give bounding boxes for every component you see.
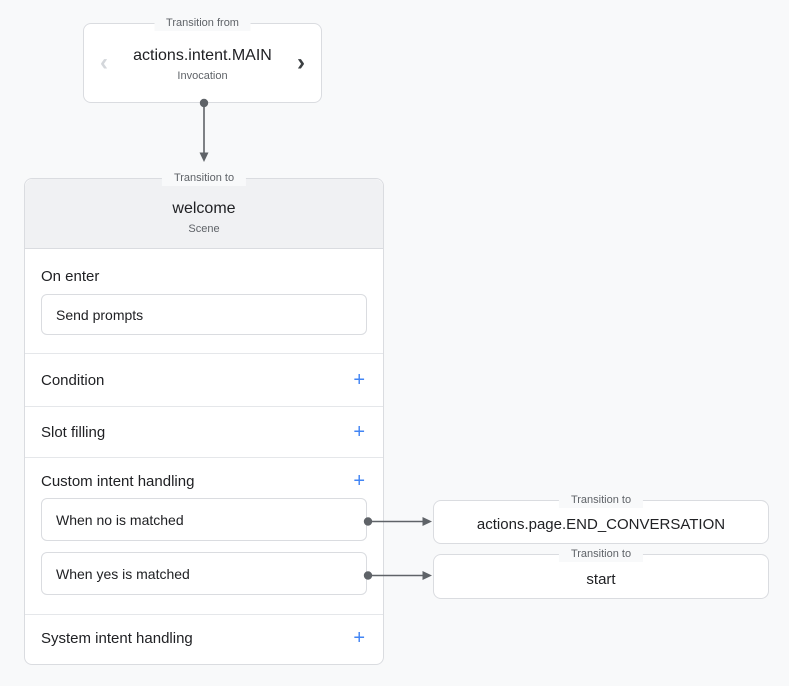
add-slot-button[interactable]: +: [351, 422, 367, 442]
arrow-invocation-to-scene: [200, 99, 209, 162]
system-intent-handling-section: System intent handling +: [25, 614, 383, 661]
arrowhead-icon: [423, 571, 433, 580]
slot-filling-title: Slot filling: [41, 424, 105, 441]
invocation-node-body: actions.intent.MAIN Invocation: [124, 45, 281, 82]
add-custom-intent-button[interactable]: +: [351, 471, 367, 491]
scene-header[interactable]: welcome Scene: [25, 179, 383, 249]
add-condition-button[interactable]: +: [351, 370, 367, 390]
intent-handler-no-label: When no is matched: [56, 512, 184, 528]
slot-filling-section: Slot filling +: [25, 406, 383, 457]
custom-intent-header: Custom intent handling +: [41, 470, 367, 492]
scene-node-type: Scene: [188, 223, 219, 235]
intent-handler-no[interactable]: When no is matched: [41, 498, 367, 541]
transition-to-label: Transition to: [559, 493, 643, 508]
transition-target-end-conversation[interactable]: Transition to actions.page.END_CONVERSAT…: [433, 500, 769, 544]
on-enter-section: On enter Send prompts: [25, 249, 383, 353]
system-intent-title: System intent handling: [41, 630, 193, 647]
send-prompts-label: Send prompts: [56, 307, 143, 323]
on-enter-title: On enter: [41, 268, 367, 285]
condition-section: Condition +: [25, 353, 383, 406]
scene-node-card: Transition to welcome Scene On enter Sen…: [24, 178, 384, 665]
transition-target-start[interactable]: Transition to start: [433, 554, 769, 599]
arrowhead-icon: [200, 153, 209, 163]
end-conversation-page-name: actions.page.END_CONVERSATION: [477, 511, 725, 533]
invocation-node-card[interactable]: Transition from ‹ actions.intent.MAIN In…: [83, 23, 322, 103]
intent-handler-yes-label: When yes is matched: [56, 566, 190, 582]
custom-intent-title: Custom intent handling: [41, 473, 194, 490]
add-system-intent-button[interactable]: +: [351, 628, 367, 648]
scene-name: welcome: [172, 200, 235, 218]
start-scene-name: start: [586, 566, 615, 588]
transition-from-label: Transition from: [154, 16, 251, 31]
chevron-right-icon[interactable]: ›: [281, 51, 321, 75]
transition-to-label: Transition to: [162, 171, 246, 186]
invocation-intent-name: actions.intent.MAIN: [133, 47, 272, 65]
scene-flow-canvas: Transition from ‹ actions.intent.MAIN In…: [0, 0, 789, 686]
intent-handler-yes[interactable]: When yes is matched: [41, 552, 367, 595]
condition-title: Condition: [41, 372, 104, 389]
transition-to-label: Transition to: [559, 547, 643, 562]
send-prompts-item[interactable]: Send prompts: [41, 294, 367, 335]
chevron-left-icon: ‹: [84, 51, 124, 75]
arrowhead-icon: [423, 517, 433, 526]
invocation-node-type: Invocation: [177, 70, 227, 82]
custom-intent-handling-section: Custom intent handling + When no is matc…: [25, 457, 383, 614]
